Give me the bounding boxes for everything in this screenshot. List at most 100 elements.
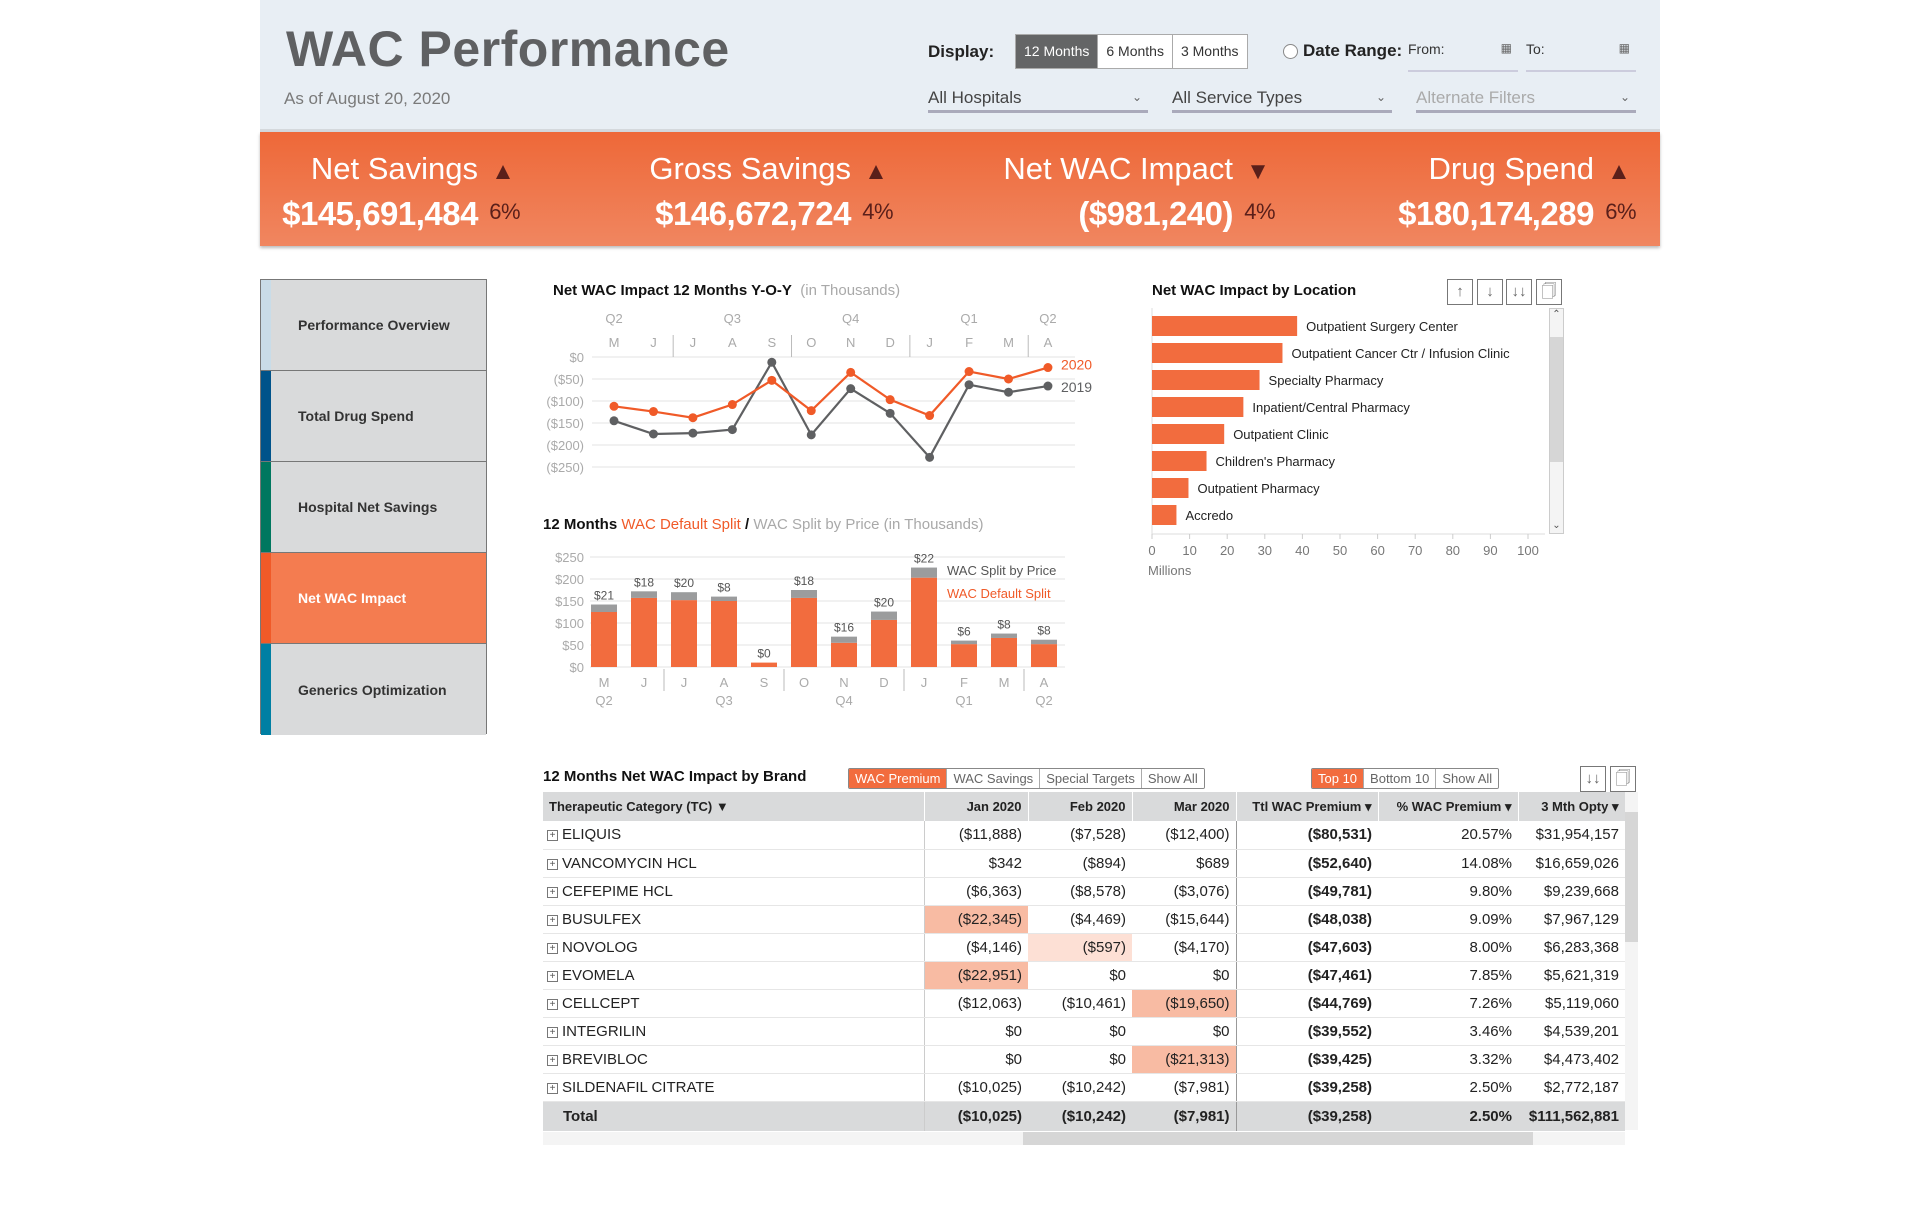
bar-split-by-price[interactable] xyxy=(591,604,617,612)
column-header[interactable]: % WAC Premium ▾ xyxy=(1378,792,1519,821)
data-point-2020[interactable] xyxy=(767,375,777,385)
column-header[interactable]: Ttl WAC Premium ▾ xyxy=(1236,792,1379,821)
bar-split-by-price[interactable] xyxy=(951,640,977,645)
display-12-months-button[interactable]: 12 Months xyxy=(1016,35,1099,68)
data-point-2019[interactable] xyxy=(609,416,619,426)
bar-split-by-price[interactable] xyxy=(831,636,857,643)
bar-default-split[interactable] xyxy=(751,662,777,667)
alternate-filters-dropdown[interactable]: Alternate Filters ⌄ xyxy=(1416,88,1636,113)
export-icon[interactable]: 🗍 xyxy=(1610,766,1636,792)
bar-split-by-price[interactable] xyxy=(991,633,1017,638)
data-point-2019[interactable] xyxy=(1043,381,1053,391)
bar-default-split[interactable] xyxy=(991,637,1017,667)
export-icon[interactable]: 🗍 xyxy=(1536,279,1562,305)
table-row[interactable]: + CELLCEPT ($12,063) ($10,461) ($19,650) ($44… xyxy=(543,989,1625,1018)
bar-default-split[interactable] xyxy=(831,642,857,667)
column-header[interactable]: Mar 2020 xyxy=(1132,792,1237,821)
location-bar[interactable] xyxy=(1152,424,1225,444)
bar-split-by-price[interactable] xyxy=(871,611,897,620)
expand-icon[interactable]: + xyxy=(547,914,558,926)
data-point-2019[interactable] xyxy=(1004,387,1013,397)
scroll-down-icon[interactable]: ⌄ xyxy=(1550,520,1563,531)
calendar-icon[interactable]: ▦ xyxy=(1501,41,1512,55)
table-horizontal-scrollbar[interactable] xyxy=(543,1132,1625,1145)
data-point-2019[interactable] xyxy=(806,430,816,440)
expand-icon[interactable]: + xyxy=(547,1054,558,1066)
table-row[interactable]: + ELIQUIS ($11,888) ($7,528) ($12,400) ($80,5… xyxy=(543,821,1625,850)
scrollbar-thumb[interactable] xyxy=(1550,337,1563,462)
scrollbar-thumb[interactable] xyxy=(1023,1132,1533,1145)
data-point-2019[interactable] xyxy=(648,429,658,439)
location-bar[interactable] xyxy=(1152,505,1177,525)
data-point-2020[interactable] xyxy=(727,400,737,410)
sort-icon[interactable]: ↓↓ xyxy=(1506,279,1532,305)
expand-icon[interactable]: + xyxy=(547,942,558,954)
column-header[interactable]: 3 Mth Opty ▾ xyxy=(1518,792,1626,821)
bar-default-split[interactable] xyxy=(791,597,817,667)
expand-icon[interactable]: + xyxy=(547,830,558,842)
bar-split-by-price[interactable] xyxy=(1031,639,1057,645)
filter-wac-premium-button[interactable]: WAC Premium xyxy=(849,769,948,788)
bar-default-split[interactable] xyxy=(1031,644,1057,667)
bar-split-by-price[interactable] xyxy=(631,591,657,598)
hospital-filter-dropdown[interactable]: All Hospitals ⌄ xyxy=(928,88,1148,113)
data-point-2020[interactable] xyxy=(648,407,658,417)
display-6-months-button[interactable]: 6 Months xyxy=(1098,35,1173,68)
bar-default-split[interactable] xyxy=(671,600,697,667)
table-row[interactable]: + CEFEPIME HCL ($6,363) ($8,578) ($3,076) ($4… xyxy=(543,877,1625,906)
data-point-2020[interactable] xyxy=(885,395,895,405)
sort-ascending-icon[interactable]: ↑ xyxy=(1447,279,1473,305)
sidebar-item-performance-overview[interactable]: Performance Overview xyxy=(261,280,486,371)
calendar-icon[interactable]: ▦ xyxy=(1619,41,1630,55)
display-3-months-button[interactable]: 3 Months xyxy=(1172,35,1247,68)
data-point-2020[interactable] xyxy=(1043,363,1053,373)
table-row[interactable]: + BREVIBLOC $0 $0 ($21,313) ($39,425) 3.32% $4,… xyxy=(543,1045,1625,1074)
location-bar[interactable] xyxy=(1152,451,1207,471)
expand-icon[interactable]: + xyxy=(547,886,558,898)
data-point-2020[interactable] xyxy=(1004,374,1013,384)
data-point-2020[interactable] xyxy=(846,367,856,377)
scroll-up-icon[interactable]: ⌃ xyxy=(1550,309,1563,320)
filter-show-all-button[interactable]: Show All xyxy=(1141,769,1204,788)
data-point-2019[interactable] xyxy=(846,384,856,394)
bar-split-by-price[interactable] xyxy=(791,590,817,598)
data-point-2019[interactable] xyxy=(688,428,698,438)
bar-default-split[interactable] xyxy=(951,644,977,667)
column-header[interactable]: Jan 2020 xyxy=(924,792,1029,821)
sidebar-item-net-wac-impact[interactable]: Net WAC Impact xyxy=(261,553,486,644)
sidebar-item-hospital-net-savings[interactable]: Hospital Net Savings xyxy=(261,462,486,553)
to-date-field[interactable]: To: ▦ xyxy=(1526,38,1636,72)
scrollbar-thumb[interactable] xyxy=(1625,812,1638,942)
data-point-2019[interactable] xyxy=(925,452,935,462)
filter-show-all-button[interactable]: Show All xyxy=(1436,769,1499,788)
location-bar[interactable] xyxy=(1152,316,1298,336)
data-point-2020[interactable] xyxy=(964,367,974,377)
data-point-2020[interactable] xyxy=(806,406,816,416)
bar-default-split[interactable] xyxy=(631,597,657,667)
expand-icon[interactable]: + xyxy=(547,970,558,982)
bar-default-split[interactable] xyxy=(591,612,617,667)
filter-bottom-10-button[interactable]: Bottom 10 xyxy=(1364,769,1437,788)
sidebar-item-generics-optimization[interactable]: Generics Optimization xyxy=(261,644,486,735)
sidebar-item-total-drug-spend[interactable]: Total Drug Spend xyxy=(261,371,486,462)
data-point-2019[interactable] xyxy=(767,357,777,367)
location-bar[interactable] xyxy=(1152,397,1244,417)
data-point-2020[interactable] xyxy=(609,401,619,411)
location-bar[interactable] xyxy=(1152,370,1260,390)
table-row[interactable]: + EVOMELA ($22,951) $0 $0 ($47,461) 7.85% $5,62… xyxy=(543,961,1625,990)
location-bar[interactable] xyxy=(1152,478,1189,498)
location-scrollbar[interactable]: ⌃ ⌄ xyxy=(1549,308,1564,534)
data-point-2020[interactable] xyxy=(925,411,935,421)
table-row[interactable]: + NOVOLOG ($4,146) ($597) ($4,170) ($47,603) 8… xyxy=(543,933,1625,962)
bar-split-by-price[interactable] xyxy=(711,596,737,601)
data-point-2019[interactable] xyxy=(964,380,974,390)
filter-wac-savings-button[interactable]: WAC Savings xyxy=(947,769,1041,788)
date-range-radio[interactable] xyxy=(1283,44,1298,59)
expand-icon[interactable]: + xyxy=(547,858,558,870)
table-row[interactable]: + SILDENAFIL CITRATE ($10,025) ($10,242) ($7… xyxy=(543,1073,1625,1102)
column-header[interactable]: Feb 2020 xyxy=(1028,792,1133,821)
sort-descending-icon[interactable]: ↓ xyxy=(1477,279,1503,305)
table-row[interactable]: + VANCOMYCIN HCL $342 ($894) $689 ($52,640) 14… xyxy=(543,849,1625,878)
table-row[interactable]: + INTEGRILIN $0 $0 $0 ($39,552) 3.46% $4,539,20… xyxy=(543,1017,1625,1046)
filter-top-10-button[interactable]: Top 10 xyxy=(1312,769,1365,788)
